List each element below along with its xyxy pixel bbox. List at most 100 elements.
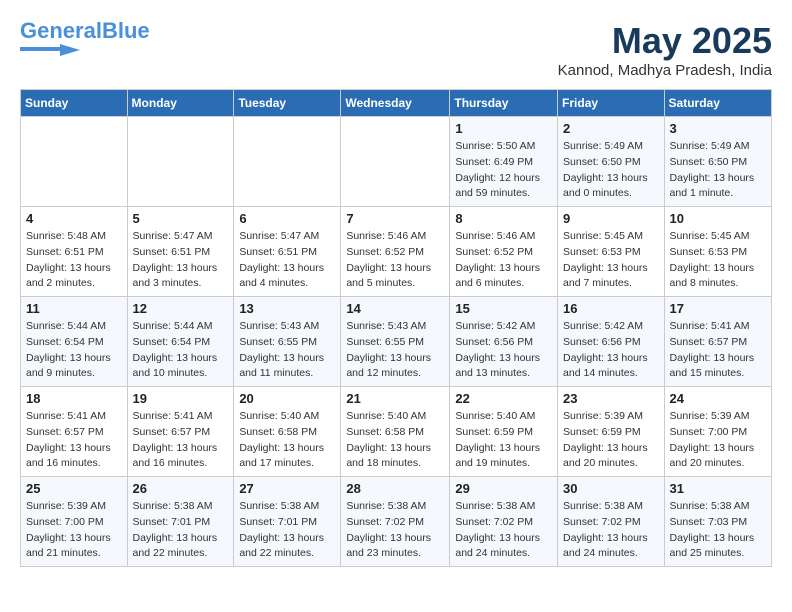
day-cell: 28 Sunrise: 5:38 AMSunset: 7:02 PMDayligh…	[341, 477, 450, 567]
day-cell	[127, 117, 234, 207]
day-number: 20	[239, 391, 335, 406]
location: Kannod, Madhya Pradesh, India	[558, 62, 772, 79]
day-number: 1	[455, 121, 552, 136]
col-friday: Friday	[558, 90, 665, 117]
day-cell: 18 Sunrise: 5:41 AMSunset: 6:57 PMDayligh…	[21, 387, 128, 477]
day-number: 30	[563, 481, 659, 496]
week-row-3: 11 Sunrise: 5:44 AMSunset: 6:54 PMDayligh…	[21, 297, 772, 387]
day-info: Sunrise: 5:41 AMSunset: 6:57 PMDaylight:…	[26, 409, 122, 472]
day-info: Sunrise: 5:40 AMSunset: 6:58 PMDaylight:…	[239, 409, 335, 472]
title-block: May 2025 Kannod, Madhya Pradesh, India	[558, 20, 772, 79]
week-row-1: 1Sunrise: 5:50 AMSunset: 6:49 PMDaylight…	[21, 117, 772, 207]
day-number: 2	[563, 121, 659, 136]
day-cell: 20 Sunrise: 5:40 AMSunset: 6:58 PMDayligh…	[234, 387, 341, 477]
logo: GeneralBlue	[20, 20, 150, 56]
col-tuesday: Tuesday	[234, 90, 341, 117]
day-number: 23	[563, 391, 659, 406]
day-info: Sunrise: 5:41 AMSunset: 6:57 PMDaylight:…	[133, 409, 229, 472]
day-number: 21	[346, 391, 444, 406]
day-number: 4	[26, 211, 122, 226]
day-cell: 16 Sunrise: 5:42 AMSunset: 6:56 PMDayligh…	[558, 297, 665, 387]
day-number: 3	[670, 121, 766, 136]
day-cell: 27Sunrise: 5:38 AMSunset: 7:01 PMDayligh…	[234, 477, 341, 567]
day-info: Sunrise: 5:43 AMSunset: 6:55 PMDaylight:…	[346, 319, 444, 382]
day-cell: 23Sunrise: 5:39 AMSunset: 6:59 PMDayligh…	[558, 387, 665, 477]
day-cell	[341, 117, 450, 207]
day-number: 11	[26, 301, 122, 316]
calendar-table: Sunday Monday Tuesday Wednesday Thursday…	[20, 89, 772, 567]
day-cell: 24Sunrise: 5:39 AMSunset: 7:00 PMDayligh…	[664, 387, 771, 477]
day-number: 19	[133, 391, 229, 406]
day-info: Sunrise: 5:40 AMSunset: 6:59 PMDaylight:…	[455, 409, 552, 472]
day-info: Sunrise: 5:49 AMSunset: 6:50 PMDaylight:…	[563, 139, 659, 202]
day-cell	[234, 117, 341, 207]
day-info: Sunrise: 5:38 AMSunset: 7:02 PMDaylight:…	[563, 499, 659, 562]
day-cell: 19 Sunrise: 5:41 AMSunset: 6:57 PMDayligh…	[127, 387, 234, 477]
day-info: Sunrise: 5:40 AMSunset: 6:58 PMDaylight:…	[346, 409, 444, 472]
day-cell: 14 Sunrise: 5:43 AMSunset: 6:55 PMDayligh…	[341, 297, 450, 387]
day-info: Sunrise: 5:45 AMSunset: 6:53 PMDaylight:…	[563, 229, 659, 292]
day-number: 31	[670, 481, 766, 496]
day-number: 13	[239, 301, 335, 316]
day-cell: 4Sunrise: 5:48 AMSunset: 6:51 PMDaylight…	[21, 207, 128, 297]
logo-blue: Blue	[102, 18, 150, 43]
logo-general: General	[20, 18, 102, 43]
day-number: 10	[670, 211, 766, 226]
day-info: Sunrise: 5:46 AMSunset: 6:52 PMDaylight:…	[346, 229, 444, 292]
page-header: GeneralBlue May 2025 Kannod, Madhya Prad…	[20, 20, 772, 79]
logo-text: GeneralBlue	[20, 20, 150, 42]
day-cell: 17Sunrise: 5:41 AMSunset: 6:57 PMDayligh…	[664, 297, 771, 387]
day-cell: 10Sunrise: 5:45 AMSunset: 6:53 PMDayligh…	[664, 207, 771, 297]
day-info: Sunrise: 5:43 AMSunset: 6:55 PMDaylight:…	[239, 319, 335, 382]
day-number: 28	[346, 481, 444, 496]
day-info: Sunrise: 5:38 AMSunset: 7:03 PMDaylight:…	[670, 499, 766, 562]
day-cell: 5Sunrise: 5:47 AMSunset: 6:51 PMDaylight…	[127, 207, 234, 297]
day-number: 26	[133, 481, 229, 496]
day-number: 15	[455, 301, 552, 316]
week-row-5: 25Sunrise: 5:39 AMSunset: 7:00 PMDayligh…	[21, 477, 772, 567]
day-number: 14	[346, 301, 444, 316]
day-number: 5	[133, 211, 229, 226]
day-cell: 13 Sunrise: 5:43 AMSunset: 6:55 PMDayligh…	[234, 297, 341, 387]
day-cell: 9 Sunrise: 5:45 AMSunset: 6:53 PMDaylight…	[558, 207, 665, 297]
day-cell: 8Sunrise: 5:46 AMSunset: 6:52 PMDaylight…	[450, 207, 558, 297]
day-number: 8	[455, 211, 552, 226]
day-info: Sunrise: 5:38 AMSunset: 7:02 PMDaylight:…	[346, 499, 444, 562]
day-info: Sunrise: 5:41 AMSunset: 6:57 PMDaylight:…	[670, 319, 766, 382]
day-number: 6	[239, 211, 335, 226]
day-info: Sunrise: 5:42 AMSunset: 6:56 PMDaylight:…	[563, 319, 659, 382]
day-cell	[21, 117, 128, 207]
day-cell: 2 Sunrise: 5:49 AMSunset: 6:50 PMDaylight…	[558, 117, 665, 207]
col-monday: Monday	[127, 90, 234, 117]
day-cell: 26Sunrise: 5:38 AMSunset: 7:01 PMDayligh…	[127, 477, 234, 567]
col-thursday: Thursday	[450, 90, 558, 117]
day-info: Sunrise: 5:44 AMSunset: 6:54 PMDaylight:…	[26, 319, 122, 382]
day-cell: 22 Sunrise: 5:40 AMSunset: 6:59 PMDayligh…	[450, 387, 558, 477]
day-info: Sunrise: 5:47 AMSunset: 6:51 PMDaylight:…	[239, 229, 335, 292]
day-number: 7	[346, 211, 444, 226]
day-number: 16	[563, 301, 659, 316]
day-cell: 15Sunrise: 5:42 AMSunset: 6:56 PMDayligh…	[450, 297, 558, 387]
day-info: Sunrise: 5:44 AMSunset: 6:54 PMDaylight:…	[133, 319, 229, 382]
day-info: Sunrise: 5:39 AMSunset: 7:00 PMDaylight:…	[670, 409, 766, 472]
day-cell: 25Sunrise: 5:39 AMSunset: 7:00 PMDayligh…	[21, 477, 128, 567]
day-cell: 12 Sunrise: 5:44 AMSunset: 6:54 PMDayligh…	[127, 297, 234, 387]
day-cell: 21 Sunrise: 5:40 AMSunset: 6:58 PMDayligh…	[341, 387, 450, 477]
col-sunday: Sunday	[21, 90, 128, 117]
col-saturday: Saturday	[664, 90, 771, 117]
day-cell: 1Sunrise: 5:50 AMSunset: 6:49 PMDaylight…	[450, 117, 558, 207]
day-number: 9	[563, 211, 659, 226]
day-cell: 31 Sunrise: 5:38 AMSunset: 7:03 PMDayligh…	[664, 477, 771, 567]
day-info: Sunrise: 5:38 AMSunset: 7:01 PMDaylight:…	[239, 499, 335, 562]
day-info: Sunrise: 5:38 AMSunset: 7:02 PMDaylight:…	[455, 499, 552, 562]
day-cell: 30 Sunrise: 5:38 AMSunset: 7:02 PMDayligh…	[558, 477, 665, 567]
logo-icon	[20, 42, 80, 56]
day-cell: 6 Sunrise: 5:47 AMSunset: 6:51 PMDaylight…	[234, 207, 341, 297]
day-number: 22	[455, 391, 552, 406]
day-number: 18	[26, 391, 122, 406]
day-number: 12	[133, 301, 229, 316]
col-wednesday: Wednesday	[341, 90, 450, 117]
day-cell: 7 Sunrise: 5:46 AMSunset: 6:52 PMDaylight…	[341, 207, 450, 297]
day-cell: 3Sunrise: 5:49 AMSunset: 6:50 PMDaylight…	[664, 117, 771, 207]
month-title: May 2025	[558, 20, 772, 62]
